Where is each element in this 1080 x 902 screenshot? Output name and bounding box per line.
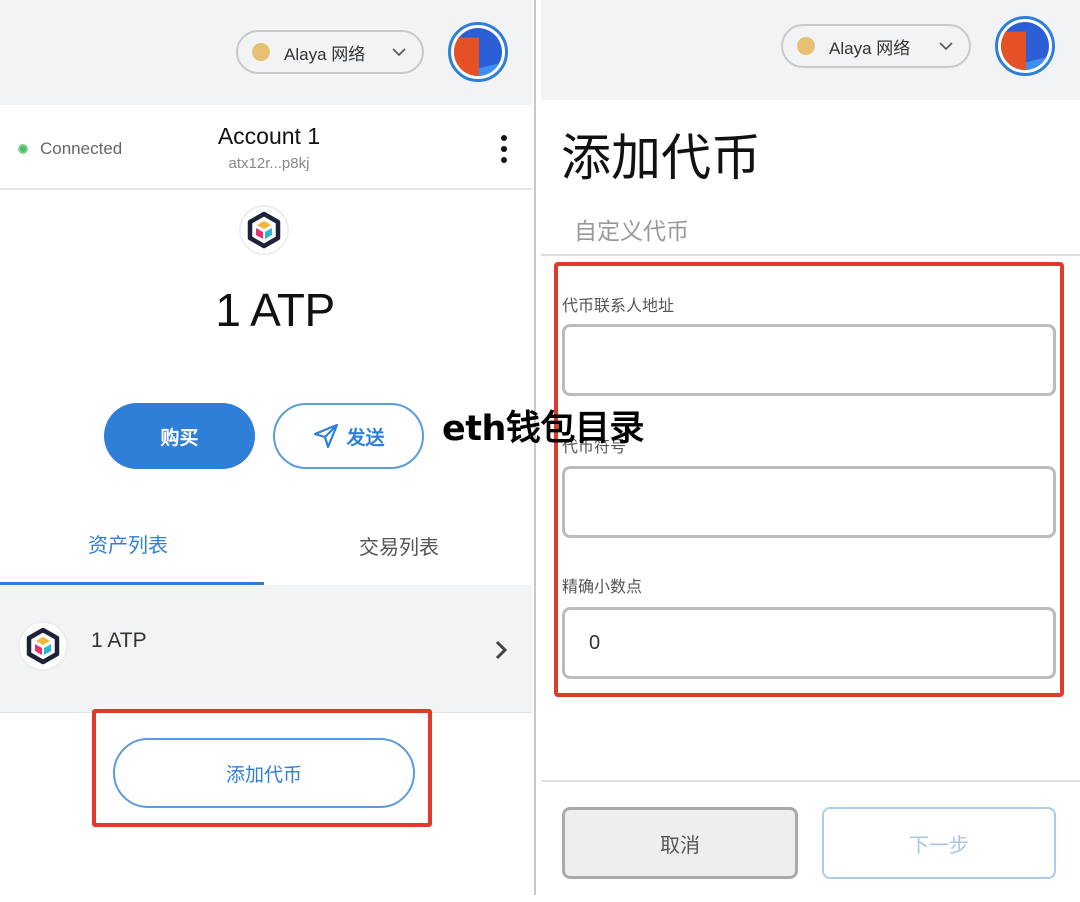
app-header: Alaya 网络 (541, 0, 1080, 100)
network-status-dot-icon (797, 37, 815, 55)
account-address[interactable]: atx12r...p8kj (0, 155, 532, 172)
chevron-down-icon (392, 48, 406, 57)
network-status-dot-icon (252, 43, 270, 61)
alaya-token-icon (241, 207, 287, 253)
next-button[interactable]: 下一步 (822, 807, 1056, 879)
add-token-button[interactable]: 添加代币 (113, 738, 415, 808)
network-label: Alaya 网络 (829, 38, 911, 58)
token-address-input[interactable] (562, 324, 1056, 396)
token-decimals-input[interactable] (562, 607, 1056, 679)
chevron-down-icon (939, 42, 953, 51)
account-bar: Connected Account 1 atx12r...p8kj (0, 105, 532, 190)
alaya-token-icon (20, 623, 66, 669)
send-button-label: 发送 (346, 427, 385, 449)
token-address-label: 代币联系人地址 (562, 298, 675, 315)
tab-transactions[interactable]: 交易列表 (264, 505, 528, 585)
buy-button[interactable]: 购买 (104, 403, 255, 469)
network-selector[interactable]: Alaya 网络 (781, 24, 971, 68)
chevron-right-icon (495, 640, 508, 660)
token-symbol-input[interactable] (562, 466, 1056, 538)
cancel-button[interactable]: 取消 (562, 807, 798, 879)
kebab-menu-icon[interactable] (496, 135, 512, 163)
tab-custom-token[interactable]: 自定义代币 (574, 212, 689, 246)
account-name[interactable]: Account 1 (0, 123, 532, 150)
paper-plane-icon (314, 423, 339, 449)
footer-divider (541, 780, 1080, 782)
account-avatar[interactable] (995, 16, 1055, 76)
add-token-panel: Alaya 网络 添加代币 自定义代币 代币联系人地址 代币符号 精确小数点 取… (541, 0, 1080, 902)
wallet-tabs: 资产列表 交易列表 (0, 505, 532, 585)
account-avatar[interactable] (448, 22, 508, 82)
panel-divider (532, 0, 541, 902)
wallet-home-panel: Alaya 网络 Connected Account 1 atx12r...p8… (0, 0, 532, 902)
tab-assets[interactable]: 资产列表 (0, 505, 264, 585)
asset-amount: 1 ATP (91, 629, 147, 652)
network-label: Alaya 网络 (284, 44, 366, 64)
subtab-divider (541, 254, 1080, 256)
account-identicon-icon (1001, 22, 1049, 70)
watermark-text: eth钱包目录 (442, 409, 644, 449)
balance-amount: 1 ATP (215, 284, 335, 336)
network-selector[interactable]: Alaya 网络 (236, 30, 424, 74)
page-title: 添加代币 (561, 129, 761, 187)
send-button[interactable]: 发送 (273, 403, 424, 469)
asset-list-item[interactable]: 1 ATP (0, 585, 532, 713)
app-header: Alaya 网络 (0, 0, 532, 105)
account-identicon-icon (454, 28, 502, 76)
token-decimals-label: 精确小数点 (562, 579, 643, 596)
